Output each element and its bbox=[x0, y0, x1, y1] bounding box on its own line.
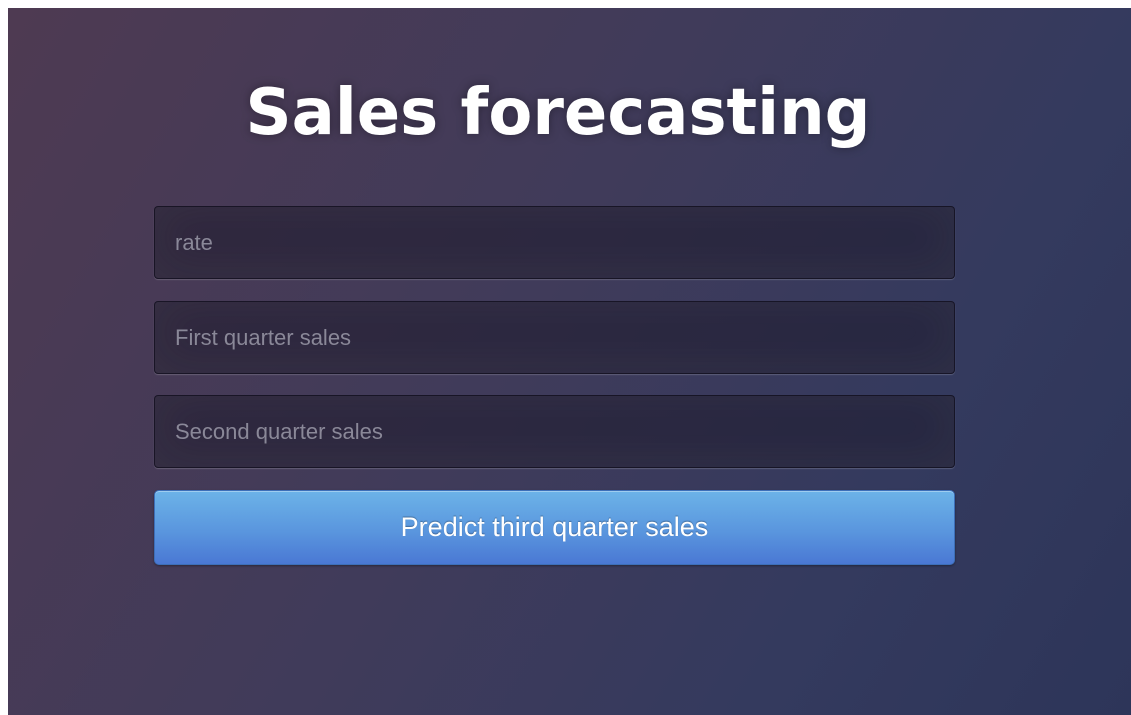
first-quarter-sales-input[interactable] bbox=[154, 301, 955, 374]
page-background: Sales forecasting Predict third quarter … bbox=[8, 8, 1131, 715]
second-quarter-sales-input[interactable] bbox=[154, 395, 955, 468]
page-title: Sales forecasting bbox=[245, 76, 871, 150]
predict-button[interactable]: Predict third quarter sales bbox=[154, 490, 955, 565]
rate-input[interactable] bbox=[154, 206, 955, 279]
